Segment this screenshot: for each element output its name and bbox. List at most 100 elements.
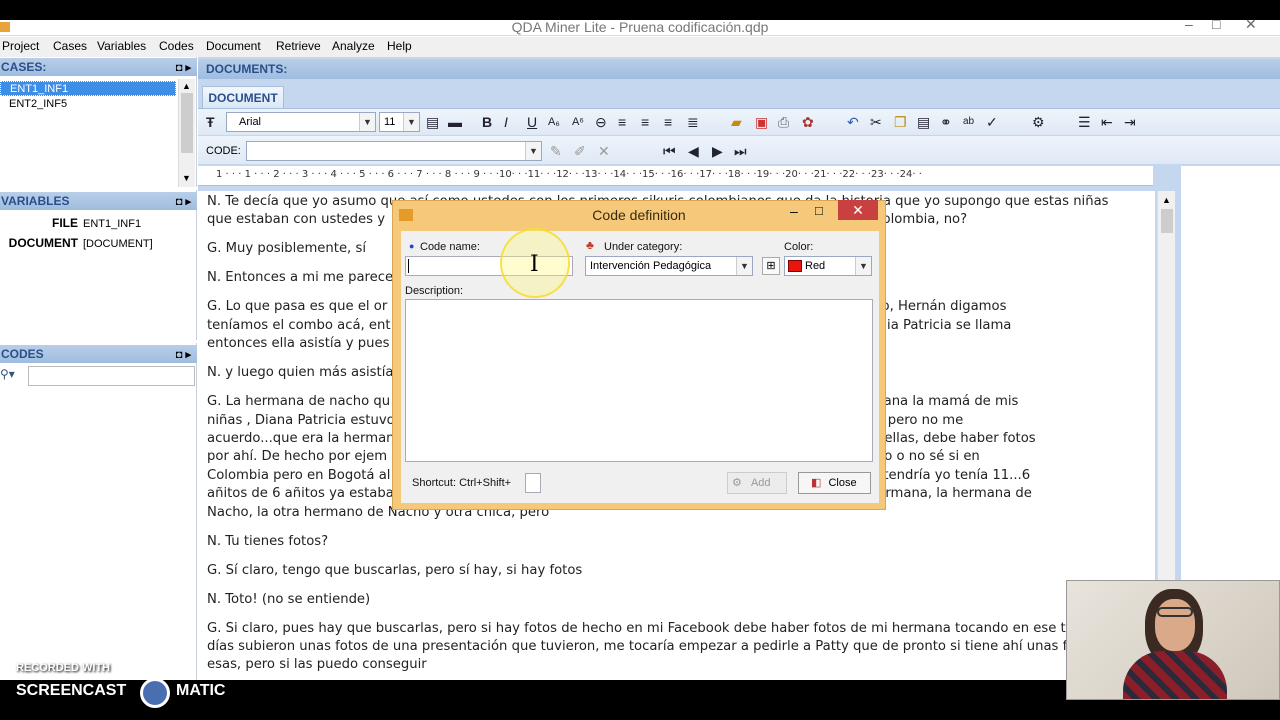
variable-name: FILE: [52, 216, 78, 230]
menu-cases[interactable]: Cases: [53, 39, 87, 53]
font-size-select[interactable]: 11 ▼: [379, 112, 420, 132]
menu-variables[interactable]: Variables: [97, 39, 146, 53]
add-label: Add: [750, 477, 771, 489]
indent-icon[interactable]: ⇥: [1124, 109, 1136, 135]
cases-scrollbar[interactable]: ▲ ▼: [178, 79, 195, 187]
align-left-icon[interactable]: ≡: [618, 109, 626, 135]
app-logo-icon: [0, 22, 10, 32]
required-dot-icon: ●: [409, 241, 415, 251]
font-icon: Ŧ: [206, 114, 215, 130]
dialog-close-icon[interactable]: ✕: [838, 200, 878, 220]
menu-codes[interactable]: Codes: [159, 39, 194, 53]
category-select[interactable]: Intervención Pedagógica ▼: [585, 256, 753, 276]
undo-icon[interactable]: ↶: [847, 109, 859, 135]
code-assign-icon[interactable]: ✎: [550, 136, 562, 166]
pin-icon[interactable]: ◘ ▸: [176, 193, 191, 211]
scroll-thumb[interactable]: [181, 93, 193, 153]
pdf-icon[interactable]: ▣: [755, 109, 768, 135]
font-select[interactable]: Arial ▼: [226, 112, 376, 132]
color-swatch: [788, 260, 802, 272]
screen-top-black-band: [0, 0, 1280, 20]
maximize-icon[interactable]: □: [1212, 16, 1220, 32]
check-icon[interactable]: ✓: [986, 109, 998, 135]
codes-pane: CODES ◘ ▸ ⚲▾: [0, 343, 197, 680]
color-select[interactable]: Red ▼: [784, 256, 872, 276]
variable-value[interactable]: ENT1_INF1: [83, 218, 141, 230]
align-center-icon[interactable]: ≡: [641, 109, 649, 135]
subscript-icon[interactable]: A₆: [548, 109, 560, 135]
close-window-icon[interactable]: ✕: [1245, 16, 1257, 33]
description-label: Description:: [405, 285, 464, 297]
bullets-icon[interactable]: ☰: [1078, 109, 1091, 135]
code-remove-icon[interactable]: ✕: [598, 136, 610, 166]
watermark-matic: MATIC: [176, 682, 226, 699]
eraser-icon[interactable]: ▬: [448, 109, 462, 135]
code-label: CODE:: [206, 145, 241, 157]
code-name-label: Code name:: [420, 241, 480, 253]
scroll-thumb[interactable]: [1161, 209, 1173, 233]
strikethrough-icon[interactable]: ⊖: [595, 109, 607, 135]
outdent-icon[interactable]: ⇤: [1101, 109, 1113, 135]
print-icon[interactable]: ⎙: [778, 109, 789, 135]
open-folder-icon[interactable]: ▰: [731, 109, 742, 135]
italic-icon[interactable]: I: [504, 109, 508, 135]
chevron-down-icon: ▼: [403, 113, 419, 131]
screencast-logo-icon: [140, 678, 170, 708]
search-icon[interactable]: ⚲▾: [0, 367, 15, 381]
code-edit-icon[interactable]: ✐: [574, 136, 586, 166]
close-button[interactable]: ◧ Close: [798, 472, 871, 494]
underline-icon[interactable]: U: [527, 109, 537, 135]
text-caret: [408, 259, 409, 273]
menu-help[interactable]: Help: [387, 39, 412, 53]
justify-icon[interactable]: ≣: [687, 109, 699, 135]
add-button[interactable]: ⚙ Add: [727, 472, 787, 494]
glasses-icon: [1157, 607, 1193, 617]
bold-icon[interactable]: B: [482, 109, 492, 135]
tab-document[interactable]: DOCUMENT: [202, 86, 284, 108]
case-item[interactable]: ENT2_INF5: [9, 98, 67, 110]
code-select[interactable]: ▼: [246, 141, 542, 161]
app-window: QDA Miner Lite - Pruena codificación.qdp…: [0, 0, 1280, 720]
pin-icon[interactable]: ◘ ▸: [176, 346, 191, 364]
document-line: G. Si claro, pues hay que buscarlas, per…: [207, 620, 1076, 673]
code-search-input[interactable]: [28, 366, 195, 386]
format-toolbar: Ŧ Arial ▼ 11 ▼ ▤ ▬ B I U A₆ A⁶ ⊖ ≡ ≡ ≡ ≣…: [198, 108, 1280, 135]
text-cursor-icon: I: [530, 252, 539, 277]
paste-icon[interactable]: ▤: [917, 109, 930, 135]
previous-icon[interactable]: ◀: [688, 136, 699, 166]
align-right-icon[interactable]: ≡: [664, 109, 672, 135]
chevron-down-icon: ▼: [855, 257, 871, 275]
pin-icon[interactable]: ◘ ▸: [176, 59, 191, 77]
menu-document[interactable]: Document: [206, 39, 261, 53]
next-icon[interactable]: ▶: [712, 136, 723, 166]
scroll-up-icon[interactable]: ▲: [182, 81, 191, 91]
shortcut-label: Shortcut: Ctrl+Shift+: [412, 477, 512, 489]
menu-project[interactable]: Project: [2, 39, 39, 53]
minimize-icon[interactable]: –: [1185, 16, 1193, 32]
find-icon[interactable]: ⚭: [940, 109, 952, 135]
replace-icon[interactable]: ab: [963, 109, 974, 135]
highlight-icon[interactable]: ▤: [426, 109, 439, 135]
scroll-down-icon[interactable]: ▼: [182, 173, 191, 183]
spellcheck-icon[interactable]: ✿: [802, 109, 814, 135]
minimize-icon[interactable]: –: [790, 203, 798, 219]
category-tree-icon[interactable]: ⊞: [762, 257, 780, 275]
first-icon[interactable]: ⏮: [663, 136, 676, 166]
copy-icon[interactable]: ❐: [894, 109, 907, 135]
superscript-icon[interactable]: A⁶: [572, 109, 584, 135]
description-textarea[interactable]: [405, 299, 873, 462]
cut-icon[interactable]: ✂: [870, 109, 882, 135]
case-item-selected[interactable]: ENT1_INF1: [0, 81, 176, 96]
last-icon[interactable]: ⏭: [734, 136, 747, 166]
category-label: Under category:: [604, 241, 683, 253]
variable-value[interactable]: [DOCUMENT]: [83, 238, 153, 250]
menu-retrieve[interactable]: Retrieve: [276, 39, 321, 53]
settings-icon[interactable]: ⚙: [1032, 109, 1045, 135]
codes-header: CODES ◘ ▸: [0, 345, 197, 363]
menu-analyze[interactable]: Analyze: [332, 39, 375, 53]
code-definition-dialog: Code definition – □ ● Code name: ♣ Under…: [392, 200, 886, 510]
shortcut-input[interactable]: [525, 473, 541, 493]
scroll-up-icon[interactable]: ▲: [1162, 195, 1171, 205]
maximize-icon[interactable]: □: [815, 203, 823, 218]
ruler: 1 · · · 1 · · · 2 · · · 3 · · · 4 · · · …: [198, 166, 1153, 186]
